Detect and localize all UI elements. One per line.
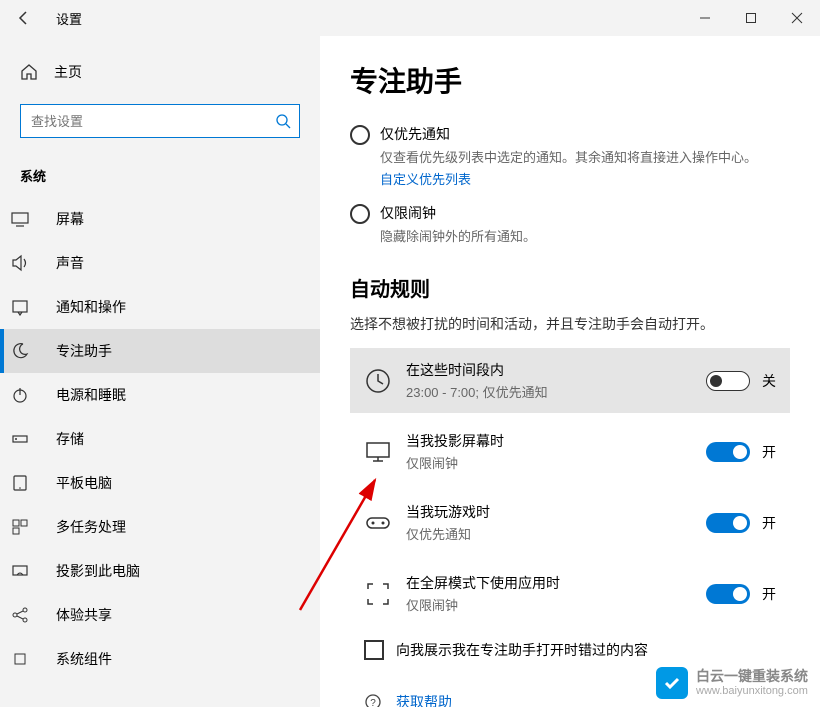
sidebar-item-label: 声音 — [56, 253, 84, 273]
rule-toggle[interactable] — [706, 584, 750, 604]
sidebar-item-projecting[interactable]: 投影到此电脑 — [0, 549, 320, 593]
help-icon: ? — [364, 693, 382, 707]
sidebar-item-notifications[interactable]: 通知和操作 — [0, 285, 320, 329]
home-icon — [20, 63, 38, 81]
rule-gaming[interactable]: 当我玩游戏时 仅优先通知 开 — [350, 490, 790, 555]
sidebar-item-components[interactable]: 系统组件 — [0, 637, 320, 681]
sidebar-item-label: 电源和睡眠 — [56, 385, 126, 405]
search-box[interactable] — [20, 104, 300, 138]
sidebar-item-storage[interactable]: 存储 — [0, 417, 320, 461]
minimize-icon — [699, 12, 711, 24]
rule-subtitle: 仅限闹钟 — [406, 595, 706, 614]
minimize-button[interactable] — [682, 0, 728, 36]
clock-icon — [364, 367, 392, 395]
sidebar-section-header: 系统 — [0, 158, 320, 197]
rule-title: 在这些时间段内 — [406, 360, 706, 380]
rule-time-range[interactable]: 在这些时间段内 23:00 - 7:00; 仅优先通知 关 — [350, 348, 790, 413]
rule-subtitle: 23:00 - 7:00; 仅优先通知 — [406, 382, 706, 401]
radio-label: 仅优先通知 — [380, 124, 757, 144]
main-content: 专注助手 仅优先通知 仅查看优先级列表中选定的通知。其余通知将直接进入操作中心。… — [320, 36, 820, 707]
shared-icon — [20, 606, 38, 624]
sidebar-item-label: 体验共享 — [56, 605, 112, 625]
auto-rules-desc: 选择不想被打扰的时间和活动，并且专注助手会自动打开。 — [350, 314, 790, 334]
gamepad-icon — [364, 509, 392, 537]
checkbox[interactable] — [364, 640, 384, 660]
maximize-icon — [745, 12, 757, 24]
radio-alarms-only[interactable]: 仅限闹钟 隐藏除闹钟外的所有通知。 — [350, 203, 790, 245]
watermark-logo-icon — [656, 667, 688, 699]
sidebar-item-multitask[interactable]: 多任务处理 — [0, 505, 320, 549]
focus-mode-radio-group: 仅优先通知 仅查看优先级列表中选定的通知。其余通知将直接进入操作中心。 自定义优… — [350, 124, 790, 245]
rule-title: 当我投影屏幕时 — [406, 431, 706, 451]
components-icon — [20, 650, 38, 668]
display-icon — [20, 210, 38, 228]
rule-toggle[interactable] — [706, 371, 750, 391]
rule-title: 在全屏模式下使用应用时 — [406, 573, 706, 593]
sidebar-item-label: 专注助手 — [56, 341, 112, 361]
search-input[interactable] — [21, 114, 267, 129]
sidebar-item-label: 多任务处理 — [56, 517, 126, 537]
radio-label: 仅限闹钟 — [380, 203, 536, 223]
rule-title: 当我玩游戏时 — [406, 502, 706, 522]
page-title: 专注助手 — [350, 60, 790, 100]
sidebar-item-focus-assist[interactable]: 专注助手 — [0, 329, 320, 373]
svg-text:?: ? — [370, 698, 376, 707]
sidebar-home-label: 主页 — [54, 62, 82, 82]
radio-button[interactable] — [350, 125, 370, 145]
show-missed-checkbox-row[interactable]: 向我展示我在专注助手打开时错过的内容 — [350, 632, 790, 668]
notifications-icon — [20, 298, 38, 316]
watermark-url: www.baiyunxitong.com — [696, 685, 808, 698]
sidebar-item-display[interactable]: 屏幕 — [0, 197, 320, 241]
watermark: 白云一键重装系统 www.baiyunxitong.com — [656, 667, 808, 699]
toggle-state-label: 开 — [762, 513, 776, 533]
rule-subtitle: 仅限闹钟 — [406, 453, 706, 472]
moon-icon — [20, 342, 38, 360]
titlebar: 设置 — [0, 0, 820, 36]
sidebar-item-label: 存储 — [56, 429, 84, 449]
radio-desc: 仅查看优先级列表中选定的通知。其余通知将直接进入操作中心。 — [380, 147, 757, 166]
sidebar-item-label: 系统组件 — [56, 649, 112, 669]
rule-fullscreen[interactable]: 在全屏模式下使用应用时 仅限闹钟 开 — [350, 561, 790, 626]
toggle-state-label: 开 — [762, 442, 776, 462]
window-title: 设置 — [56, 9, 82, 28]
checkbox-label: 向我展示我在专注助手打开时错过的内容 — [396, 640, 648, 660]
power-icon — [20, 386, 38, 404]
radio-desc: 隐藏除闹钟外的所有通知。 — [380, 226, 536, 245]
projecting-icon — [20, 562, 38, 580]
rule-toggle[interactable] — [706, 442, 750, 462]
multitask-icon — [20, 518, 38, 536]
radio-priority-only[interactable]: 仅优先通知 仅查看优先级列表中选定的通知。其余通知将直接进入操作中心。 自定义优… — [350, 124, 790, 189]
arrow-left-icon — [16, 10, 32, 26]
sidebar-item-power[interactable]: 电源和睡眠 — [0, 373, 320, 417]
sidebar-item-tablet[interactable]: 平板电脑 — [0, 461, 320, 505]
rule-toggle[interactable] — [706, 513, 750, 533]
auto-rules-title: 自动规则 — [350, 273, 790, 302]
close-icon — [791, 12, 803, 24]
sidebar-item-label: 通知和操作 — [56, 297, 126, 317]
monitor-icon — [364, 438, 392, 466]
sidebar-item-sound[interactable]: 声音 — [0, 241, 320, 285]
toggle-state-label: 开 — [762, 584, 776, 604]
maximize-button[interactable] — [728, 0, 774, 36]
fullscreen-icon — [364, 580, 392, 608]
search-icon[interactable] — [267, 113, 299, 129]
sound-icon — [20, 254, 38, 272]
sidebar-item-shared[interactable]: 体验共享 — [0, 593, 320, 637]
sidebar-item-label: 屏幕 — [56, 209, 84, 229]
sidebar-home[interactable]: 主页 — [0, 52, 320, 92]
watermark-title: 白云一键重装系统 — [696, 668, 808, 685]
customize-priority-link[interactable]: 自定义优先列表 — [380, 169, 471, 188]
storage-icon — [20, 430, 38, 448]
rule-subtitle: 仅优先通知 — [406, 524, 706, 543]
sidebar-item-label: 投影到此电脑 — [56, 561, 140, 581]
close-button[interactable] — [774, 0, 820, 36]
tablet-icon — [20, 474, 38, 492]
sidebar-item-label: 平板电脑 — [56, 473, 112, 493]
radio-button[interactable] — [350, 204, 370, 224]
sidebar: 主页 系统 屏幕 声音 通知和操作 专注助手 电源和睡眠 存储 — [0, 36, 320, 707]
toggle-state-label: 关 — [762, 371, 776, 391]
back-button[interactable] — [0, 0, 48, 36]
rule-projecting[interactable]: 当我投影屏幕时 仅限闹钟 开 — [350, 419, 790, 484]
